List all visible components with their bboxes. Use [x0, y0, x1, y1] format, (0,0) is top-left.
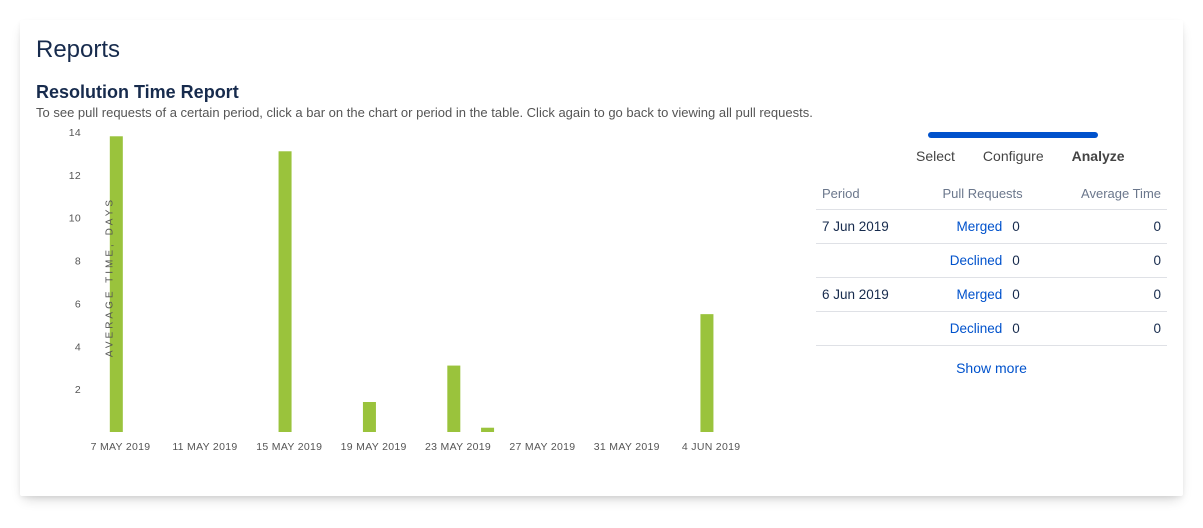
pr-count-cell: 0 — [1002, 210, 1042, 244]
table-row[interactable]: 6 Jun 2019Merged00 — [816, 278, 1167, 312]
y-tick-label: 8 — [75, 256, 81, 268]
pr-status-link[interactable]: Merged — [956, 287, 1002, 302]
period-cell: 6 Jun 2019 — [816, 278, 923, 312]
table-row[interactable]: Declined00 — [816, 312, 1167, 346]
results-table: Period Pull Requests Average Time 7 Jun … — [816, 178, 1167, 346]
pr-count-cell: 0 — [1002, 278, 1042, 312]
pr-status-cell: Declined — [923, 244, 1002, 278]
pr-status-link[interactable]: Declined — [950, 253, 1003, 268]
pr-status-link[interactable]: Declined — [950, 321, 1003, 336]
y-tick-label: 6 — [75, 298, 81, 310]
y-axis-label: AVERAGE TIME, DAYS — [105, 197, 116, 357]
avg-time-cell: 0 — [1042, 312, 1167, 346]
step-configure[interactable]: Configure — [983, 148, 1044, 164]
page-title: Reports — [36, 36, 1167, 64]
pr-status-link[interactable]: Merged — [956, 219, 1002, 234]
y-tick-label: 4 — [75, 341, 81, 353]
x-tick-label: 23 MAY 2019 — [425, 441, 491, 453]
x-tick-label: 31 MAY 2019 — [594, 441, 660, 453]
chart-bar[interactable] — [481, 428, 494, 432]
progress-bar — [928, 132, 1098, 138]
pr-status-cell: Merged — [923, 210, 1002, 244]
chart-area: AVERAGE TIME, DAYS 2 4 6 8 10 12 14 7 MAY 2019 1… — [36, 82, 776, 472]
report-container: Reports Resolution Time Report To see pu… — [20, 20, 1183, 496]
avg-time-cell: 0 — [1042, 278, 1167, 312]
y-tick-label: 12 — [69, 170, 81, 182]
x-tick-label: 19 MAY 2019 — [341, 441, 407, 453]
pr-count-cell: 0 — [1002, 244, 1042, 278]
step-select[interactable]: Select — [916, 148, 955, 164]
col-header-period: Period — [816, 178, 923, 210]
bar-chart[interactable]: 2 4 6 8 10 12 14 7 MAY 2019 11 MAY 2019 15 MAY 20… — [36, 82, 776, 472]
col-header-average-time: Average Time — [1042, 178, 1167, 210]
table-row[interactable]: Declined00 — [816, 244, 1167, 278]
avg-time-cell: 0 — [1042, 244, 1167, 278]
step-analyze[interactable]: Analyze — [1072, 148, 1125, 164]
y-tick-label: 2 — [75, 384, 81, 396]
pr-status-cell: Declined — [923, 312, 1002, 346]
chart-bar[interactable] — [700, 314, 713, 432]
pr-status-cell: Merged — [923, 278, 1002, 312]
x-tick-label: 11 MAY 2019 — [172, 441, 237, 453]
chart-bar[interactable] — [363, 402, 376, 432]
y-tick-label: 10 — [69, 213, 81, 225]
chart-bar[interactable] — [447, 366, 460, 432]
y-tick-label: 14 — [69, 127, 81, 139]
wizard-steps: Select Configure Analyze — [816, 148, 1167, 164]
content-row: AVERAGE TIME, DAYS 24681012147 MAY 20191… — [36, 132, 1167, 472]
x-tick-label: 15 MAY 2019 — [256, 441, 322, 453]
pr-count-cell: 0 — [1002, 312, 1042, 346]
side-panel: Select Configure Analyze Period Pull Req… — [816, 132, 1167, 472]
x-tick-label: 7 MAY 2019 — [91, 441, 151, 453]
period-cell: 7 Jun 2019 — [816, 210, 923, 244]
table-row[interactable]: 7 Jun 2019Merged00 — [816, 210, 1167, 244]
show-more-link[interactable]: Show more — [816, 346, 1167, 376]
avg-time-cell: 0 — [1042, 210, 1167, 244]
period-cell — [816, 312, 923, 346]
chart-bar[interactable] — [279, 151, 292, 432]
col-header-pull-requests: Pull Requests — [923, 178, 1042, 210]
period-cell — [816, 244, 923, 278]
x-tick-label: 27 MAY 2019 — [509, 441, 575, 453]
x-tick-label: 4 JUN 2019 — [682, 441, 740, 453]
